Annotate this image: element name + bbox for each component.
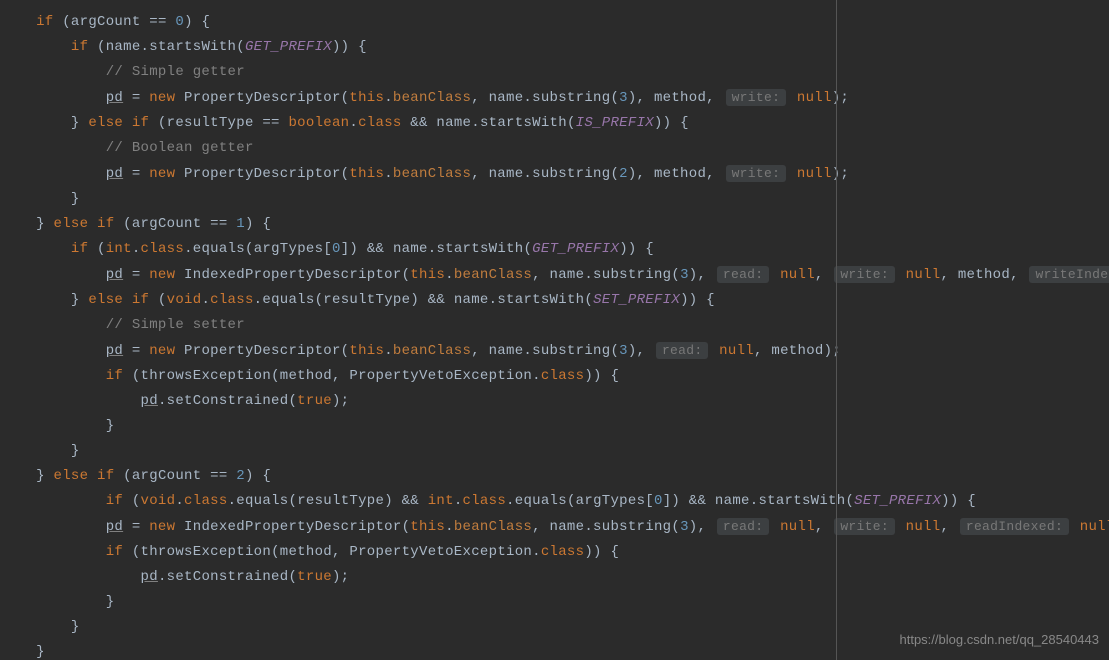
param-hint-read: read: xyxy=(656,342,709,359)
param-hint-writeindexed: writeIndexed: xyxy=(1029,266,1109,283)
code-line: pd = new PropertyDescriptor(this.beanCla… xyxy=(10,338,1109,364)
code-line: if (void.class.equals(resultType) && int… xyxy=(10,489,1109,514)
code-line: // Simple getter xyxy=(10,60,1109,85)
code-line: pd.setConstrained(true); xyxy=(10,565,1109,590)
code-line: // Boolean getter xyxy=(10,136,1109,161)
code-line: pd = new PropertyDescriptor(this.beanCla… xyxy=(10,161,1109,187)
param-hint-write: write: xyxy=(726,165,787,182)
param-hint-write: write: xyxy=(834,266,895,283)
code-line: if (int.class.equals(argTypes[0]) && nam… xyxy=(10,237,1109,262)
param-hint-write: write: xyxy=(834,518,895,535)
code-line: if (throwsException(method, PropertyVeto… xyxy=(10,364,1109,389)
code-line: pd = new IndexedPropertyDescriptor(this.… xyxy=(10,514,1109,540)
code-line: } else if (argCount == 1) { xyxy=(10,212,1109,237)
param-hint-readindexed: readIndexed: xyxy=(960,518,1069,535)
keyword-if: if xyxy=(36,14,53,30)
param-hint-read: read: xyxy=(717,266,770,283)
code-editor: if (argCount == 0) { if (name.startsWith… xyxy=(0,10,1109,660)
code-line: pd = new PropertyDescriptor(this.beanCla… xyxy=(10,85,1109,111)
code-line: } xyxy=(10,439,1109,464)
code-line: pd.setConstrained(true); xyxy=(10,389,1109,414)
watermark-text: https://blog.csdn.net/qq_28540443 xyxy=(900,627,1100,652)
code-line: if (argCount == 0) { xyxy=(10,10,1109,35)
code-line: if (name.startsWith(GET_PREFIX)) { xyxy=(10,35,1109,60)
code-line: } else if (void.class.equals(resultType)… xyxy=(10,288,1109,313)
code-line: if (throwsException(method, PropertyVeto… xyxy=(10,540,1109,565)
code-line: } xyxy=(10,590,1109,615)
param-hint-read: read: xyxy=(717,518,770,535)
code-line: } else if (resultType == boolean.class &… xyxy=(10,111,1109,136)
code-line: } xyxy=(10,187,1109,212)
vertical-divider xyxy=(836,0,837,660)
code-line: pd = new IndexedPropertyDescriptor(this.… xyxy=(10,262,1109,288)
code-line: // Simple setter xyxy=(10,313,1109,338)
param-hint-write: write: xyxy=(726,89,787,106)
code-line: } xyxy=(10,414,1109,439)
code-line: } else if (argCount == 2) { xyxy=(10,464,1109,489)
